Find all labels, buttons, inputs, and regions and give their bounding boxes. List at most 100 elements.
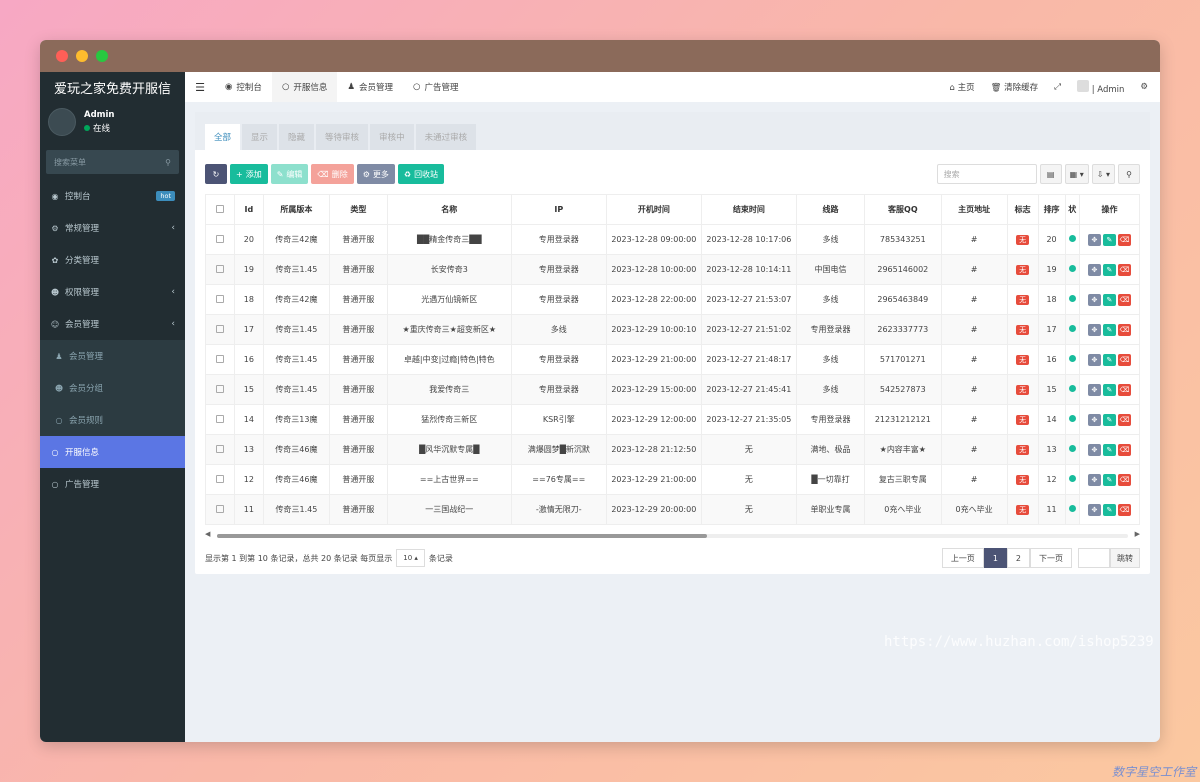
scrollbar-thumb[interactable]	[217, 534, 707, 538]
tab-rejected[interactable]: 未通过审核	[415, 124, 477, 150]
row-checkbox[interactable]	[205, 434, 235, 465]
sidebar-item-members[interactable]: ☺ 会员管理 ‹	[40, 308, 185, 340]
tab-dashboard[interactable]: ◉ 控制台	[215, 72, 272, 102]
drag-sort-icon[interactable]: ✥	[1087, 233, 1101, 246]
drag-sort-icon[interactable]: ✥	[1087, 503, 1101, 516]
edit-row-icon[interactable]: ✎	[1102, 443, 1116, 456]
column-header[interactable]: 排序	[1037, 194, 1066, 225]
edit-row-icon[interactable]: ✎	[1102, 383, 1116, 396]
admin-menu[interactable]: | Admin	[1077, 79, 1124, 95]
drag-sort-icon[interactable]: ✥	[1087, 353, 1101, 366]
sidebar-item-member-group[interactable]: ☻ 会员分组	[40, 372, 185, 404]
column-header[interactable]: IP	[510, 194, 607, 225]
next-page-button[interactable]: 下一页	[1030, 548, 1072, 568]
table-row[interactable]: 12 传奇三46魔 普通开服 ==上古世界== ==76专属== 2023-12-29 2…	[205, 464, 1140, 495]
column-header[interactable]: 名称	[386, 194, 512, 225]
table-row[interactable]: 14 传奇三13魔 普通开服 猛烈传奇三新区 KSR引擎 2023-12-29 12:00…	[205, 404, 1140, 435]
column-header[interactable]: Id	[233, 194, 264, 225]
drag-sort-icon[interactable]: ✥	[1087, 443, 1101, 456]
delete-row-icon[interactable]: ⌫	[1117, 263, 1131, 276]
edit-row-icon[interactable]: ✎	[1102, 293, 1116, 306]
prev-page-button[interactable]: 上一页	[941, 548, 984, 568]
delete-row-icon[interactable]: ⌫	[1117, 233, 1131, 246]
table-row[interactable]: 19 传奇三1.45 普通开服 长安传奇3 专用登录器 2023-12-28 10:00:…	[205, 254, 1140, 285]
sidebar-item-auth[interactable]: ☻ 权限管理 ‹	[40, 276, 185, 308]
maximize-window-icon[interactable]	[96, 50, 108, 62]
jump-page-input[interactable]	[1078, 548, 1110, 568]
add-button[interactable]: + 添加	[230, 164, 268, 184]
table-row[interactable]: 13 传奇三46魔 普通开服 █风华沉默专属█ 满爆圆梦█新沉默 2023-12-28 2…	[205, 434, 1140, 465]
tab-server-info[interactable]: ○ 开服信息	[271, 72, 338, 102]
page-button-1[interactable]: 1	[983, 548, 1007, 568]
column-header[interactable]: 线路	[795, 194, 866, 225]
sidebar-item-dashboard[interactable]: ◉ 控制台 hot	[40, 180, 185, 212]
column-header[interactable]: 所属版本	[262, 194, 330, 225]
column-header[interactable]: 状	[1064, 194, 1080, 225]
table-row[interactable]: 20 传奇三42魔 普通开服 ██精金传奇三██ 专用登录器 2023-12-28 09:…	[205, 224, 1140, 255]
menu-search-input[interactable]: 搜索菜单 ⚲	[46, 150, 179, 174]
edit-row-icon[interactable]: ✎	[1102, 353, 1116, 366]
row-checkbox[interactable]	[205, 404, 235, 435]
tab-members[interactable]: ♟ 会员管理	[337, 72, 403, 102]
tab-visible[interactable]: 显示	[242, 124, 278, 150]
sidebar-item-general[interactable]: ⚙ 常规管理 ‹	[40, 212, 185, 244]
table-row[interactable]: 17 传奇三1.45 普通开服 ★重庆传奇三★超变新区★ 多线 2023-12-29 10…	[205, 314, 1140, 345]
scroll-left-icon[interactable]: ◀	[205, 530, 210, 538]
gear-icon[interactable]: ⚙	[1140, 82, 1148, 92]
horizontal-scrollbar[interactable]: ◀ ▶	[205, 530, 1140, 540]
table-row[interactable]: 16 传奇三1.45 普通开服 卓越|中变|过瘾|特色|特色 专用登录器 2023-12-…	[205, 344, 1140, 375]
delete-row-icon[interactable]: ⌫	[1117, 503, 1131, 516]
column-header[interactable]: 结束时间	[700, 194, 797, 225]
page-button-2[interactable]: 2	[1006, 548, 1030, 568]
column-header[interactable]: 类型	[328, 194, 388, 225]
drag-sort-icon[interactable]: ✥	[1087, 383, 1101, 396]
table-search-input[interactable]: 搜索	[936, 164, 1037, 184]
drag-sort-icon[interactable]: ✥	[1087, 413, 1101, 426]
delete-row-icon[interactable]: ⌫	[1117, 413, 1131, 426]
app-logo[interactable]: 爱玩之家免费开服信	[40, 72, 185, 102]
tab-all[interactable]: 全部	[205, 124, 241, 150]
column-header[interactable]: 开机时间	[605, 194, 702, 225]
table-row[interactable]: 18 传奇三42魔 普通开服 光遇万仙镜新区 专用登录器 2023-12-28 22:00…	[205, 284, 1140, 315]
delete-row-icon[interactable]: ⌫	[1117, 383, 1131, 396]
sidebar-item-category[interactable]: ✿ 分类管理	[40, 244, 185, 276]
column-header[interactable]: 主页地址	[940, 194, 1008, 225]
drag-sort-icon[interactable]: ✥	[1087, 323, 1101, 336]
column-header[interactable]: 标志	[1006, 194, 1039, 225]
sidebar-item-server-info[interactable]: ○ 开服信息	[40, 436, 185, 468]
clear-cache-link[interactable]: 🗑 清除缓存	[991, 81, 1039, 93]
close-window-icon[interactable]	[56, 50, 68, 62]
table-row[interactable]: 11 传奇三1.45 普通开服 一三国战纪一 -激情无限刀- 2023-12-29 20:…	[205, 494, 1140, 525]
edit-row-icon[interactable]: ✎	[1102, 323, 1116, 336]
sidebar-item-member-manage[interactable]: ♟ 会员管理	[40, 340, 185, 372]
edit-row-icon[interactable]: ✎	[1102, 233, 1116, 246]
delete-row-icon[interactable]: ⌫	[1117, 443, 1131, 456]
recycle-bin-button[interactable]: ♻ 回收站	[397, 164, 445, 184]
drag-sort-icon[interactable]: ✥	[1087, 263, 1101, 276]
drag-sort-icon[interactable]: ✥	[1087, 473, 1101, 486]
minimize-window-icon[interactable]	[76, 50, 88, 62]
delete-row-icon[interactable]: ⌫	[1117, 293, 1131, 306]
delete-button[interactable]: ⌫ 删除	[311, 164, 354, 184]
row-checkbox[interactable]	[205, 224, 235, 255]
edit-row-icon[interactable]: ✎	[1102, 503, 1116, 516]
row-checkbox[interactable]	[205, 374, 235, 405]
edit-row-icon[interactable]: ✎	[1102, 413, 1116, 426]
page-size-select[interactable]: 10 ▴	[396, 549, 425, 567]
delete-row-icon[interactable]: ⌫	[1117, 353, 1131, 366]
tab-pending[interactable]: 等待审核	[316, 124, 369, 150]
toggle-view-icon[interactable]: ▤	[1039, 164, 1062, 184]
delete-row-icon[interactable]: ⌫	[1117, 323, 1131, 336]
menu-toggle-icon[interactable]: ☰	[185, 81, 215, 94]
delete-row-icon[interactable]: ⌫	[1117, 473, 1131, 486]
columns-icon[interactable]: ▦ ▾	[1064, 164, 1089, 184]
scroll-right-icon[interactable]: ▶	[1135, 530, 1140, 538]
tab-ads[interactable]: ○ 广告管理	[403, 72, 468, 102]
edit-row-icon[interactable]: ✎	[1102, 473, 1116, 486]
row-checkbox[interactable]	[205, 494, 235, 525]
edit-button[interactable]: ✎ 编辑	[270, 164, 309, 184]
tab-reviewing[interactable]: 审核中	[370, 124, 414, 150]
drag-sort-icon[interactable]: ✥	[1087, 293, 1101, 306]
fullscreen-icon[interactable]: ⤢	[1054, 82, 1061, 92]
sidebar-item-ads[interactable]: ○ 广告管理	[40, 468, 185, 500]
